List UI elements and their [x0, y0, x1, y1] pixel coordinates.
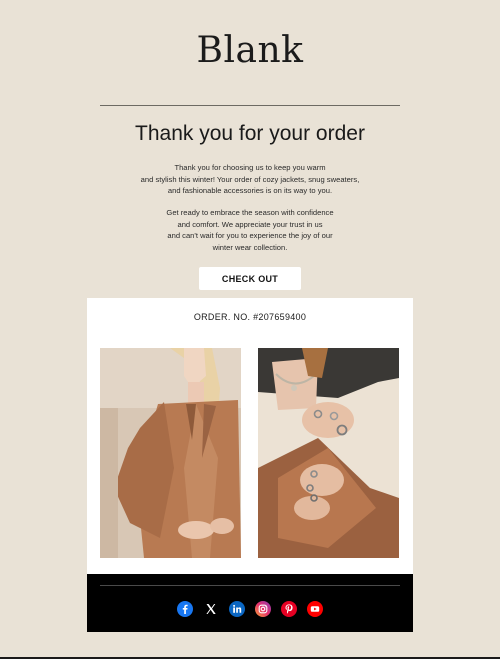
intro-line: winter wear collection. [212, 242, 288, 252]
footer-divider [100, 585, 400, 586]
intro-line: and stylish this winter! Your order of c… [140, 174, 360, 184]
order-number: ORDER. NO. #207659400 [193, 312, 307, 322]
intro-line: and can't wait for you to experience the… [167, 231, 333, 241]
intro-line: Get ready to embrace the season with con… [166, 208, 334, 217]
social-links [87, 601, 413, 617]
email-footer [87, 574, 413, 632]
brand-logo[interactable]: Blank [0, 30, 500, 71]
intro-line: Thank you for choosing us to keep you wa… [174, 163, 326, 172]
x-icon[interactable] [203, 601, 219, 617]
page-title: Thank you for your order [135, 122, 365, 145]
linkedin-icon[interactable] [229, 601, 245, 617]
facebook-icon[interactable] [177, 601, 193, 617]
check-out-button[interactable]: CHECK OUT [199, 267, 301, 290]
product-image-blazer[interactable] [100, 348, 241, 558]
intro-line: and comfort. We appreciate your trust in… [177, 219, 323, 229]
product-image-rings[interactable] [258, 348, 399, 558]
instagram-icon[interactable] [255, 601, 271, 617]
order-card: ORDER. NO. #207659400 [87, 298, 413, 574]
camel-blazer-photo [100, 348, 241, 558]
rings-jewelry-photo [258, 348, 399, 558]
intro-paragraph-2: Get ready to embrace the season with con… [120, 207, 380, 253]
pinterest-icon[interactable] [281, 601, 297, 617]
intro-paragraph-1: Thank you for choosing us to keep you wa… [120, 162, 380, 197]
youtube-icon[interactable] [307, 601, 323, 617]
header-divider [100, 105, 400, 106]
intro-line: and fashionable accessories is on its wa… [167, 186, 333, 196]
